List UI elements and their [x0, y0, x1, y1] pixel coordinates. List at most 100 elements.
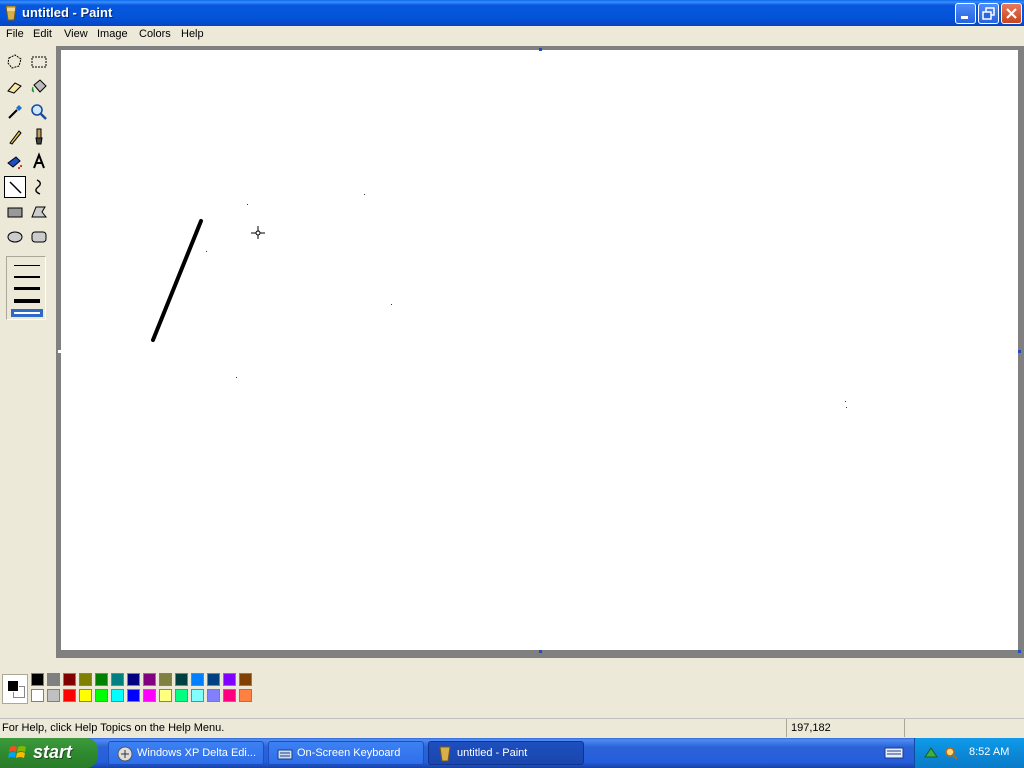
palette-swatch[interactable]	[191, 689, 204, 702]
drawing-canvas[interactable]	[61, 50, 1018, 650]
search-icon[interactable]	[943, 745, 959, 761]
fill-tool[interactable]	[28, 76, 50, 98]
start-label: start	[33, 742, 73, 762]
line-width-3[interactable]	[14, 287, 40, 290]
airbrush-tool[interactable]	[4, 151, 26, 173]
palette-swatch[interactable]	[111, 689, 124, 702]
rounded-rectangle-tool[interactable]	[28, 226, 50, 248]
stray-pixel	[247, 204, 248, 205]
resize-handle-bottom[interactable]	[539, 650, 542, 653]
menu-view[interactable]: View	[64, 28, 88, 40]
palette-swatch[interactable]	[175, 689, 188, 702]
palette-swatch[interactable]	[143, 673, 156, 686]
palette-swatch[interactable]	[111, 673, 124, 686]
line-width-5-selected[interactable]	[11, 309, 43, 317]
pick-color-tool[interactable]	[4, 101, 26, 123]
palette-swatch[interactable]	[159, 689, 172, 702]
palette-swatch[interactable]	[95, 689, 108, 702]
current-colors[interactable]	[2, 674, 28, 704]
windows-logo-icon	[8, 746, 26, 758]
crosshair-cursor-icon	[251, 226, 265, 239]
task-label: untitled - Paint	[457, 747, 528, 759]
minimize-icon	[961, 16, 968, 19]
stray-pixel	[845, 401, 846, 402]
palette-swatch[interactable]	[239, 673, 252, 686]
palette-swatch[interactable]	[207, 673, 220, 686]
restore-button[interactable]	[978, 3, 999, 24]
palette-swatch[interactable]	[159, 673, 172, 686]
close-button[interactable]	[1001, 3, 1022, 24]
system-tray: 8:52 AM	[914, 738, 1024, 768]
brush-tool[interactable]	[28, 126, 50, 148]
taskbar: start Windows XP Delta Edi... On-Screen …	[0, 738, 1024, 768]
title-bar[interactable]: untitled - Paint	[0, 0, 1024, 26]
resize-handle-top[interactable]	[539, 48, 542, 51]
palette-swatch[interactable]	[127, 673, 140, 686]
curve-tool-icon	[35, 179, 41, 195]
palette-swatch[interactable]	[31, 673, 44, 686]
ellipse-tool[interactable]	[4, 226, 26, 248]
taskbar-item-on-screen-keyboard[interactable]: On-Screen Keyboard	[268, 741, 424, 765]
palette-swatch[interactable]	[47, 689, 60, 702]
minimize-button[interactable]	[955, 3, 976, 24]
line-tool[interactable]	[4, 176, 26, 198]
palette-swatch[interactable]	[79, 673, 92, 686]
taskbar-item-paint[interactable]: untitled - Paint	[428, 741, 584, 765]
palette-swatch[interactable]	[47, 673, 60, 686]
pencil-tool[interactable]	[4, 126, 26, 148]
line-width-2[interactable]	[14, 276, 40, 278]
paint-icon	[439, 746, 451, 762]
menu-edit[interactable]: Edit	[33, 28, 52, 40]
line-width-1[interactable]	[14, 265, 40, 266]
text-tool[interactable]	[28, 151, 50, 173]
status-bar: For Help, click Help Topics on the Help …	[0, 718, 1024, 739]
eraser-tool[interactable]	[4, 76, 26, 98]
magnifier-tool-icon	[31, 104, 47, 120]
magnifier-tool[interactable]	[28, 101, 50, 123]
pick-color-tool-icon	[8, 105, 22, 119]
selection-size-panel	[904, 719, 1023, 737]
palette-swatch[interactable]	[239, 689, 252, 702]
palette-swatch[interactable]	[223, 689, 236, 702]
palette-swatch[interactable]	[175, 673, 188, 686]
palette-swatch[interactable]	[127, 689, 140, 702]
palette-swatch[interactable]	[143, 689, 156, 702]
close-icon	[1006, 8, 1017, 19]
palette-swatch[interactable]	[95, 673, 108, 686]
keyboard-icon	[277, 749, 293, 760]
network-icon[interactable]	[923, 745, 939, 761]
palette-swatch[interactable]	[63, 673, 76, 686]
polygon-tool[interactable]	[28, 201, 50, 223]
resize-handle-corner[interactable]	[1018, 650, 1021, 653]
menu-help[interactable]: Help	[181, 28, 204, 40]
palette-swatch[interactable]	[207, 689, 220, 702]
paint-app-icon	[5, 5, 17, 21]
free-form-select-tool[interactable]	[4, 51, 26, 73]
polygon-tool-icon	[31, 206, 48, 218]
curve-tool[interactable]	[28, 176, 50, 198]
palette-swatch[interactable]	[31, 689, 44, 702]
canvas-scroll-area	[56, 46, 1024, 658]
stray-pixel	[391, 304, 392, 305]
rounded-rectangle-tool-icon	[31, 231, 47, 243]
menu-image[interactable]: Image	[97, 28, 128, 40]
task-label: Windows XP Delta Edi...	[137, 747, 257, 759]
line-width-4[interactable]	[14, 299, 40, 303]
stray-pixel	[846, 407, 847, 408]
start-button[interactable]: start	[0, 738, 98, 768]
palette-swatch[interactable]	[79, 689, 92, 702]
taskbar-item-windows-xp-delta[interactable]: Windows XP Delta Edi...	[108, 741, 264, 765]
palette-swatch[interactable]	[63, 689, 76, 702]
rectangle-tool[interactable]	[4, 201, 26, 223]
select-tool[interactable]	[28, 51, 50, 73]
color-palette-bar	[0, 664, 1024, 712]
line-width-options	[6, 256, 46, 320]
cursor-coordinates: 197,182	[786, 719, 902, 737]
palette-swatch[interactable]	[223, 673, 236, 686]
palette-swatch[interactable]	[191, 673, 204, 686]
resize-handle-right[interactable]	[1018, 350, 1021, 353]
menu-file[interactable]: File	[6, 28, 24, 40]
menu-colors[interactable]: Colors	[139, 28, 171, 40]
select-tool-icon	[31, 56, 47, 68]
language-keyboard-icon[interactable]	[884, 746, 904, 760]
